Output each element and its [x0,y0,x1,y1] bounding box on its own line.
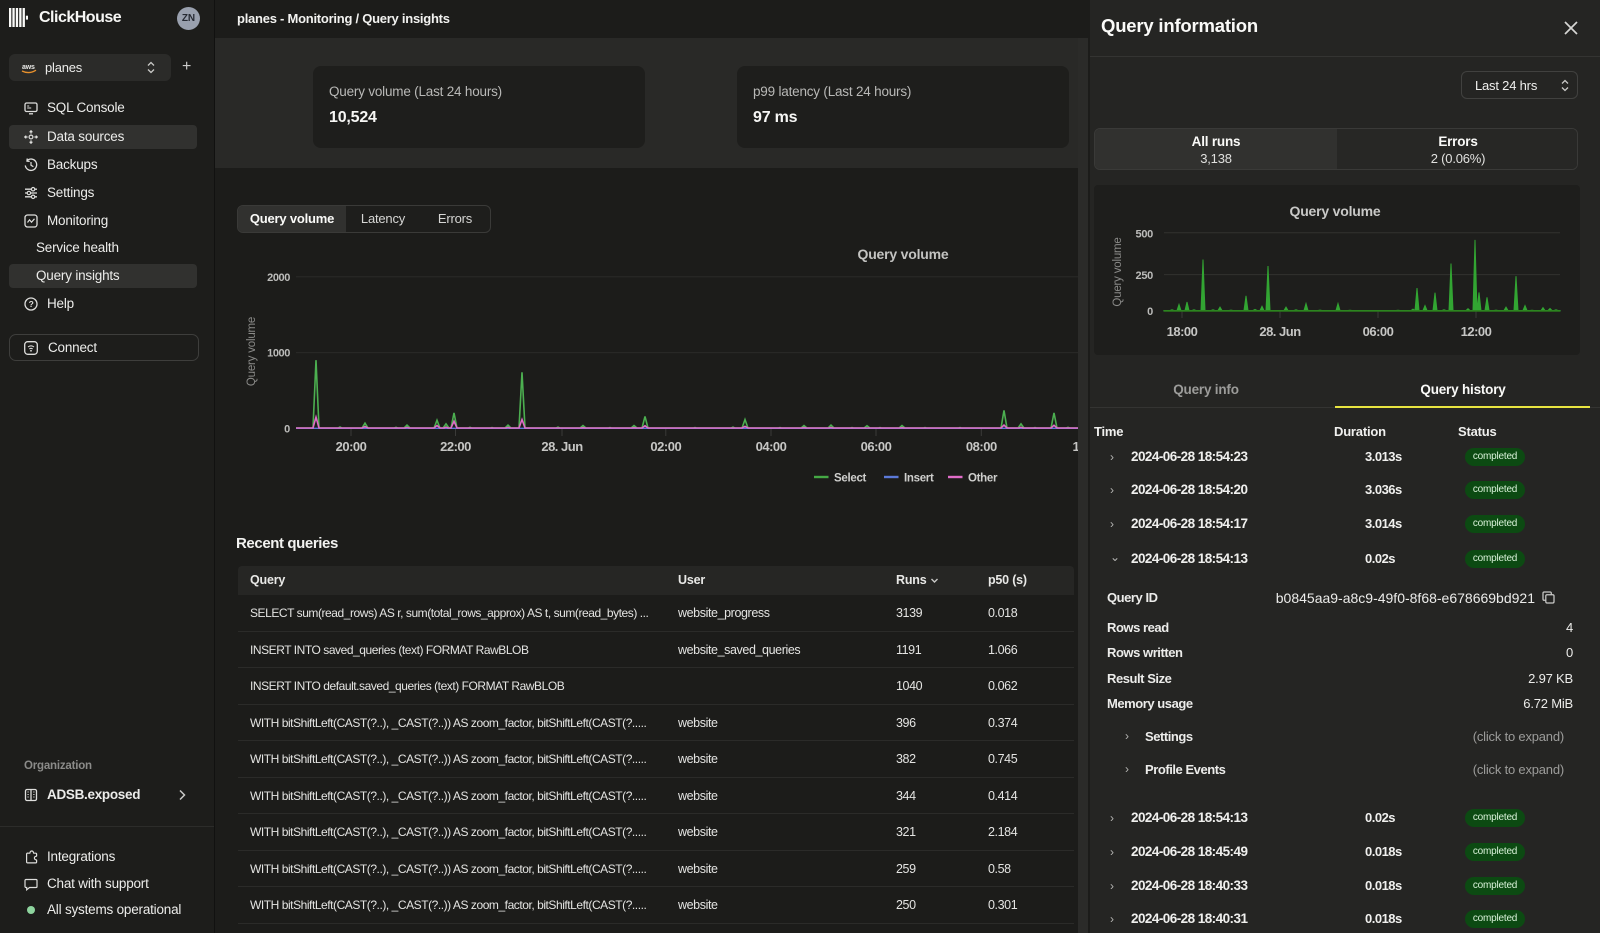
svg-text:Select: Select [834,473,867,485]
svg-text:06:00: 06:00 [861,439,892,454]
svg-text:Query volume: Query volume [246,317,258,386]
svg-text:aws: aws [22,64,35,71]
svg-text:12:00: 12:00 [1461,324,1492,339]
svg-text:Query volume: Query volume [1290,203,1381,219]
svg-text:02:00: 02:00 [650,439,681,454]
svg-text:Query volume: Query volume [858,246,949,262]
svg-text:28. Jun: 28. Jun [1259,324,1301,339]
svg-text:Query volume: Query volume [1112,237,1124,306]
svg-text:08:00: 08:00 [966,439,997,454]
svg-text:06:00: 06:00 [1363,324,1394,339]
svg-text:0: 0 [1147,306,1153,318]
svg-text:Other: Other [968,473,998,485]
svg-text:18:00: 18:00 [1167,324,1198,339]
svg-text:?: ? [29,298,34,308]
svg-text:04:00: 04:00 [756,439,787,454]
svg-text:250: 250 [1136,270,1154,282]
svg-text:20:00: 20:00 [336,439,367,454]
svg-text:0: 0 [284,424,290,436]
svg-text:500: 500 [1136,229,1154,241]
svg-text:Insert: Insert [904,473,934,485]
svg-text:22:00: 22:00 [440,439,471,454]
svg-text:28. Jun: 28. Jun [541,439,583,454]
svg-text:2000: 2000 [267,272,290,284]
svg-text:1000: 1000 [267,348,290,360]
